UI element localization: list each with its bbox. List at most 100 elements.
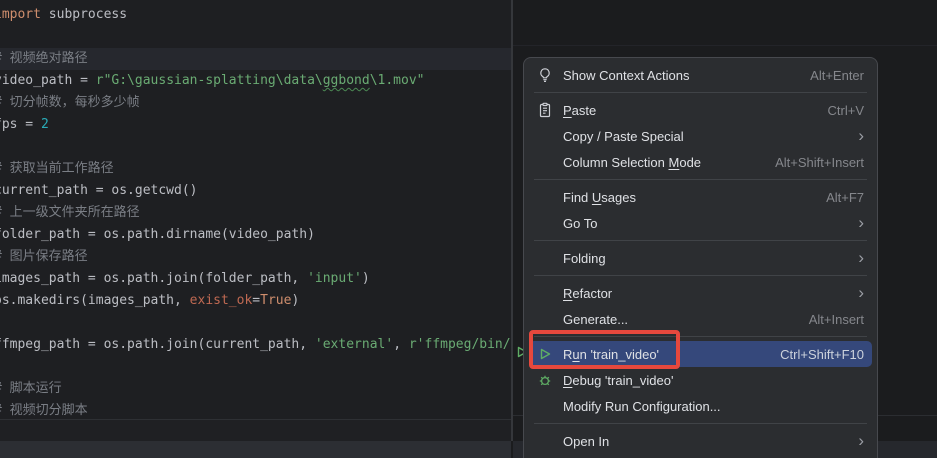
code-token: # 图片保存路径 — [0, 249, 88, 264]
code-token: ) — [291, 293, 299, 308]
menu-item-run-train-video[interactable]: Run 'train_video' Ctrl+Shift+F10 — [529, 341, 872, 367]
menu-item-label: Paste — [563, 103, 596, 118]
menu-item-label: Show Context Actions — [563, 68, 689, 83]
code-token: \1.mov" — [370, 73, 425, 88]
menu-item-label: Debug 'train_video' — [563, 373, 673, 388]
menu-item-shortcut: Alt+F7 — [826, 190, 864, 205]
menu-item-open-in[interactable]: Open In › — [529, 428, 872, 454]
bottom-strip-left — [0, 441, 511, 458]
code-line: ffmpeg_path = os.path.join(current_path,… — [0, 334, 511, 356]
submenu-arrow-icon: › — [858, 128, 864, 144]
menu-icon-slot — [537, 154, 553, 170]
code-line — [0, 356, 511, 378]
code-line: folder_path = os.path.dirname(video_path… — [0, 224, 511, 246]
menu-item-label: Run 'train_video' — [563, 347, 659, 362]
code-lines: import subprocess # 视频绝对路径 video_path = r… — [0, 4, 511, 419]
editor-bottom-divider — [0, 419, 511, 420]
menu-item-debug-train-video[interactable]: Debug 'train_video' — [529, 367, 872, 393]
menu-item-label: Generate... — [563, 312, 628, 327]
menu-item-label: Folding — [563, 251, 606, 266]
code-line: # 脚本运行 — [0, 378, 511, 400]
run-icon — [537, 346, 553, 362]
lightbulb-icon — [537, 67, 553, 83]
code-token: images_path = os.path.join(folder_path, — [0, 271, 307, 286]
code-token: import — [0, 7, 41, 22]
code-token: = — [252, 293, 260, 308]
menu-icon-slot — [537, 250, 553, 266]
code-line: # 视频切分脚本 — [0, 400, 511, 419]
submenu-arrow-icon: › — [858, 215, 864, 231]
code-token: ggbond — [323, 73, 370, 88]
code-line: # 上一级文件夹所在路径 — [0, 202, 511, 224]
menu-item-label: Open In — [563, 434, 609, 449]
code-line: fps = 2 — [0, 114, 511, 136]
code-token: # 获取当前工作路径 — [0, 161, 114, 176]
menu-item-copy-paste-special[interactable]: Copy / Paste Special › — [529, 123, 872, 149]
editor-right-border — [511, 0, 513, 441]
menu-item-label: Copy / Paste Special — [563, 129, 684, 144]
menu-item-label: Go To — [563, 216, 597, 231]
right-panel-top-divider — [513, 45, 937, 46]
code-line — [0, 26, 511, 48]
code-token: folder_path = os.path.dirname(video_path… — [0, 227, 315, 242]
menu-separator — [534, 275, 867, 276]
code-token: , — [393, 337, 409, 352]
menu-icon-slot — [537, 311, 553, 327]
menu-item-label: Column Selection Mode — [563, 155, 701, 170]
menu-icon-slot — [537, 128, 553, 144]
code-line: # 获取当前工作路径 — [0, 158, 511, 180]
menu-icon-slot — [537, 189, 553, 205]
code-line-caret: # 视频绝对路径 — [0, 48, 511, 70]
menu-item-go-to[interactable]: Go To › — [529, 210, 872, 236]
code-editor-pane[interactable]: import subprocess # 视频绝对路径 video_path = r… — [0, 0, 511, 419]
context-menu: Show Context ActionsAlt+Enter PasteCtrl+V… — [523, 57, 878, 458]
code-token: 'external' — [315, 337, 393, 352]
menu-item-label: Find Usages — [563, 190, 636, 205]
code-token: # 视频绝对路径 — [0, 51, 88, 66]
debug-icon — [537, 372, 553, 388]
submenu-arrow-icon: › — [858, 433, 864, 449]
code-token: # 脚本运行 — [0, 381, 62, 396]
lower-band-left — [0, 420, 511, 441]
code-token: 'input' — [307, 271, 362, 286]
menu-item-refactor[interactable]: Refactor › — [529, 280, 872, 306]
menu-item-generate[interactable]: Generate...Alt+Insert — [529, 306, 872, 332]
code-line: os.makedirs(images_path, exist_ok=True) — [0, 290, 511, 312]
code-token: # 上一级文件夹所在路径 — [0, 205, 140, 220]
code-token: video_path = — [0, 73, 96, 88]
menu-icon-slot — [537, 285, 553, 301]
submenu-arrow-icon: › — [858, 250, 864, 266]
code-line: # 切分帧数，每秒多少帧 — [0, 92, 511, 114]
code-token: ) — [362, 271, 370, 286]
menu-item-label: Refactor — [563, 286, 612, 301]
menu-item-shortcut: Alt+Shift+Insert — [775, 155, 864, 170]
menu-icon-slot — [537, 215, 553, 231]
code-line: import subprocess — [0, 4, 511, 26]
menu-item-folding[interactable]: Folding › — [529, 245, 872, 271]
submenu-arrow-icon: › — [858, 285, 864, 301]
code-line: images_path = os.path.join(folder_path, … — [0, 268, 511, 290]
code-token: # 切分帧数，每秒多少帧 — [0, 95, 140, 110]
code-token: True — [260, 293, 291, 308]
code-token: exist_ok — [190, 293, 253, 308]
menu-separator — [534, 179, 867, 180]
menu-item-shortcut: Ctrl+Shift+F10 — [780, 347, 864, 362]
menu-item-modify-run-configuration[interactable]: Modify Run Configuration... — [529, 393, 872, 419]
code-line: video_path = r"G:\gaussian-splatting\dat… — [0, 70, 511, 92]
menu-item-find-usages[interactable]: Find Usages Alt+F7 — [529, 184, 872, 210]
code-token: r'ffmpeg/bin/ — [409, 337, 511, 352]
menu-item-column-selection-mode[interactable]: Column Selection Mode Alt+Shift+Insert — [529, 149, 872, 175]
paste-icon — [537, 102, 553, 118]
code-token: # 视频切分脚本 — [0, 403, 88, 418]
code-line — [0, 312, 511, 334]
code-token: current_path = os.getcwd() — [0, 183, 198, 198]
code-token: os.makedirs(images_path, — [0, 293, 190, 308]
code-line — [0, 136, 511, 158]
menu-item-show-context-actions[interactable]: Show Context ActionsAlt+Enter — [529, 62, 872, 88]
menu-item-paste[interactable]: PasteCtrl+V — [529, 97, 872, 123]
code-token: ffmpeg_path = os.path.join(current_path, — [0, 337, 315, 352]
menu-item-label: Modify Run Configuration... — [563, 399, 721, 414]
menu-icon-slot — [537, 433, 553, 449]
code-token: 2 — [41, 117, 49, 132]
code-line: # 图片保存路径 — [0, 246, 511, 268]
